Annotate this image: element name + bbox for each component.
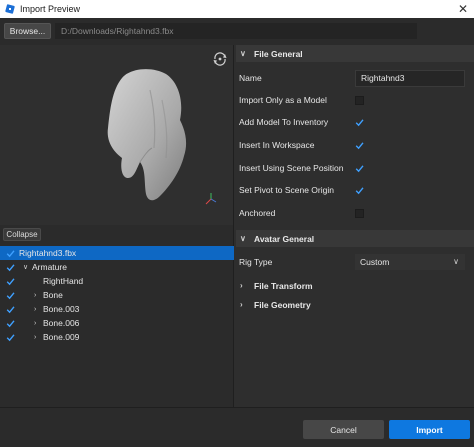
option-checkbox[interactable] [355, 141, 364, 150]
checkmark-icon [6, 319, 15, 327]
option-row: Insert Using Scene Position [236, 159, 474, 177]
tree-item-label: Armature [32, 262, 67, 272]
chevron-down-icon: ∨ [453, 257, 459, 266]
chevron-down-icon[interactable]: ∨ [23, 263, 28, 271]
option-label: Insert Using Scene Position [239, 163, 344, 173]
tree-item-label: Rightahnd3.fbx [19, 248, 77, 258]
name-row: Name Rightahnd3 [236, 69, 474, 87]
option-row: Add Model To Inventory [236, 113, 474, 131]
import-button[interactable]: Import [389, 420, 470, 439]
section-file-geometry[interactable]: › File Geometry [236, 296, 474, 313]
tree-item-checkbox[interactable] [6, 291, 15, 300]
chevron-right-icon: › [240, 281, 243, 290]
title-bar: Import Preview ✕ [0, 0, 474, 18]
option-label: Set Pivot to Scene Origin [239, 185, 334, 195]
checkmark-icon [355, 164, 364, 172]
section-avatar-general[interactable]: ∨ Avatar General [236, 230, 474, 247]
tree-row[interactable]: › Bone [0, 288, 234, 302]
checkmark-icon [355, 118, 364, 126]
rig-type-value: Custom [360, 257, 390, 267]
option-row: Import Only as a Model [236, 91, 474, 109]
tree-row[interactable]: ∨ Armature [0, 260, 234, 274]
option-label: Add Model To Inventory [239, 117, 329, 127]
option-checkbox[interactable] [355, 95, 364, 105]
tree-item-label: Bone.006 [43, 318, 80, 328]
hand-model-icon [107, 69, 187, 201]
option-checkbox[interactable] [355, 186, 364, 195]
option-row: Set Pivot to Scene Origin [236, 181, 474, 199]
rig-type-row: Rig Type Custom ∨ [236, 253, 474, 271]
section-title: File Transform [254, 280, 313, 291]
tree-item-checkbox[interactable] [6, 263, 15, 272]
tree-row[interactable]: Rightahnd3.fbx [0, 246, 234, 260]
section-title: File General [254, 48, 303, 59]
checkmark-icon [6, 291, 15, 299]
checkmark-icon [6, 333, 15, 341]
section-title: Avatar General [254, 233, 315, 244]
checkmark-icon [355, 141, 364, 149]
file-path-field[interactable]: D:/Downloads/Rightahnd3.fbx [55, 23, 417, 39]
tree-item-label: Bone [43, 290, 63, 300]
option-label: Insert In Workspace [239, 140, 315, 150]
tree-item-label: Bone.009 [43, 332, 80, 342]
tree-row[interactable]: › Bone.009 [0, 330, 234, 344]
chevron-down-icon: ∨ [240, 49, 246, 58]
name-input[interactable]: Rightahnd3 [355, 69, 465, 87]
option-row: Insert In Workspace [236, 136, 474, 154]
option-label: Import Only as a Model [239, 95, 327, 105]
cancel-button[interactable]: Cancel [303, 420, 384, 439]
chevron-right-icon[interactable]: › [34, 306, 36, 313]
collapse-button[interactable]: Collapse [3, 228, 41, 241]
name-label: Name [239, 73, 262, 83]
section-file-transform[interactable]: › File Transform [236, 277, 474, 294]
section-file-general[interactable]: ∨ File General [236, 45, 474, 62]
chevron-right-icon[interactable]: › [34, 334, 36, 341]
close-icon[interactable]: ✕ [458, 2, 468, 16]
axis-gizmo-icon [205, 193, 217, 205]
chevron-down-icon: ∨ [240, 234, 246, 243]
tree-row[interactable]: › Bone.003 [0, 302, 234, 316]
tree-item-label: Bone.003 [43, 304, 80, 314]
tree-item-checkbox[interactable] [6, 277, 15, 286]
tree-item-label: RightHand [43, 276, 84, 286]
chevron-right-icon: › [240, 300, 243, 309]
browse-button[interactable]: Browse... [4, 23, 51, 39]
tree-row[interactable]: RightHand [0, 274, 234, 288]
window-title: Import Preview [20, 4, 81, 14]
model-preview-viewport[interactable] [0, 45, 234, 225]
tree-item-checkbox[interactable] [6, 249, 15, 258]
option-label: Anchored [239, 208, 276, 218]
import-settings-panel: ∨ File General Name Rightahnd3 Import On… [236, 45, 474, 407]
checkmark-icon [6, 277, 15, 285]
option-checkbox[interactable] [355, 118, 364, 127]
checkmark-icon [6, 305, 15, 313]
hierarchy-tree-panel: Collapse Rightahnd3.fbx ∨ Armature RightHan… [0, 225, 234, 407]
tree-row[interactable]: › Bone.006 [0, 316, 234, 330]
section-title: File Geometry [254, 299, 311, 310]
tree-item-checkbox[interactable] [6, 333, 15, 342]
checkmark-icon [6, 249, 15, 257]
chevron-right-icon[interactable]: › [34, 320, 36, 327]
rig-type-label: Rig Type [239, 257, 273, 267]
option-row: Anchored [236, 204, 474, 222]
rig-type-dropdown[interactable]: Custom ∨ [355, 254, 465, 270]
tree-item-checkbox[interactable] [6, 305, 15, 314]
tree-item-checkbox[interactable] [6, 319, 15, 328]
chevron-right-icon[interactable]: › [34, 292, 36, 299]
path-bar: Browse... D:/Downloads/Rightahnd3.fbx [0, 18, 474, 45]
checkmark-icon [355, 186, 364, 194]
option-checkbox[interactable] [355, 208, 364, 218]
checkmark-icon [6, 263, 15, 271]
option-checkbox[interactable] [355, 164, 364, 173]
dialog-footer: Cancel Import [0, 407, 474, 447]
rotate-view-icon[interactable] [212, 51, 228, 67]
studio-logo-icon [5, 4, 15, 14]
